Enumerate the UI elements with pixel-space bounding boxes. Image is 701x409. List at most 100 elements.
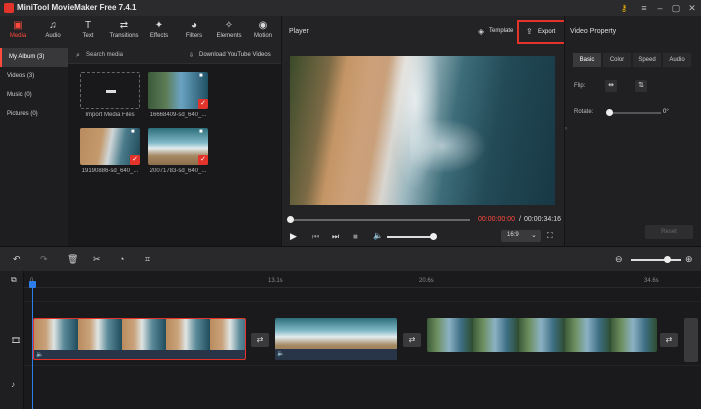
transition-button[interactable]: ⇄	[251, 333, 269, 347]
sidebar-item-music[interactable]: Music (0)	[0, 86, 68, 105]
current-time: 00:00:00:00	[478, 216, 515, 223]
import-media-label: Import Media Files	[85, 112, 135, 118]
reset-button[interactable]: Reset	[645, 225, 693, 239]
export-icon: ⇪	[526, 27, 533, 36]
media-name: 20071783-sd_640_...	[149, 168, 207, 174]
track-divider	[24, 365, 701, 366]
redo-icon[interactable]: ↷	[40, 254, 48, 265]
transition-button[interactable]: ⇄	[403, 333, 421, 347]
video-clip[interactable]: 🔈	[275, 318, 397, 360]
zoom-in-icon[interactable]: ⊕	[685, 254, 693, 265]
template-icon: ◈	[478, 27, 485, 36]
key-icon[interactable]: ⚷	[618, 2, 630, 14]
effects-icon: ✦	[154, 20, 164, 31]
tab-motion[interactable]: ◉ Motion	[246, 16, 280, 48]
rotate-label: Rotate:	[574, 109, 594, 115]
stop-icon[interactable]: ■	[353, 232, 358, 241]
volume-icon[interactable]: 🔈	[373, 231, 383, 240]
player-panel: Player ◈ Template ⇪ Export 00:00:00:00 /…	[281, 16, 568, 246]
playhead-handle[interactable]	[29, 281, 36, 288]
search-icon[interactable]: ⌕	[76, 52, 80, 60]
media-header: ⌕ Search media ⇩ Download YouTube Videos	[68, 48, 281, 64]
export-button[interactable]: ⇪ Export	[517, 20, 568, 44]
tab-transitions[interactable]: ⇄ Transitions	[106, 16, 142, 48]
tab-effects[interactable]: ✦ Effects	[142, 16, 176, 48]
search-input[interactable]: Search media	[86, 52, 123, 58]
rotate-handle[interactable]	[606, 109, 613, 116]
zoom-handle[interactable]	[664, 256, 671, 263]
checkmark-icon: ✓	[198, 99, 208, 109]
media-library: ▬ Import Media Files ■ ✓ 16668409-sd_640…	[68, 64, 281, 246]
tab-elements[interactable]: ✧ Elements	[212, 16, 246, 48]
collapse-arrow-icon[interactable]: ›	[565, 126, 567, 132]
template-button[interactable]: Template	[489, 28, 513, 34]
text-icon: T	[84, 20, 92, 31]
volume-handle[interactable]	[430, 233, 437, 240]
flip-label: Flip:	[574, 83, 586, 89]
import-media-button[interactable]: ▬	[80, 72, 140, 109]
tab-speed[interactable]: Speed	[633, 53, 661, 67]
video-clip[interactable]	[427, 318, 657, 352]
track-divider	[24, 301, 701, 302]
tab-media[interactable]: ▣ Media	[1, 16, 35, 48]
time-separator: /	[519, 216, 521, 223]
tab-audio[interactable]: Audio	[663, 53, 691, 67]
zoom-slider[interactable]	[631, 259, 681, 261]
media-icon: ▣	[13, 20, 23, 31]
volume-icon[interactable]: 🔈	[277, 350, 284, 357]
volume-slider[interactable]	[387, 236, 433, 238]
checkmark-icon: ✓	[130, 155, 140, 165]
ruler-line	[24, 287, 701, 288]
tab-basic[interactable]: Basic	[573, 53, 601, 67]
clip-audio-bar	[275, 349, 397, 360]
previous-frame-icon[interactable]: ⏮	[312, 232, 319, 242]
maximize-icon[interactable]: ▢	[670, 2, 682, 14]
tab-color[interactable]: Color	[603, 53, 631, 67]
rotate-slider[interactable]	[609, 112, 661, 114]
media-name: 16668409-sd_640_...	[149, 112, 207, 118]
media-thumbnail[interactable]: ■ ✓	[148, 72, 208, 109]
add-track-icon[interactable]: ⧉	[11, 275, 17, 285]
transition-button[interactable]: ⇄	[660, 333, 678, 347]
close-icon[interactable]: ✕	[686, 2, 698, 14]
progress-handle[interactable]	[287, 216, 294, 223]
tab-filters[interactable]: ◕ Filters	[177, 16, 211, 48]
speed-icon[interactable]: ◔	[119, 254, 124, 264]
video-camera-icon: ■	[199, 73, 203, 79]
flip-vertical-icon[interactable]: ⇅	[635, 80, 647, 92]
timeline-scrollbar[interactable]	[684, 318, 698, 362]
menu-icon[interactable]: ≡	[638, 2, 650, 14]
motion-icon: ◉	[258, 20, 268, 31]
undo-icon[interactable]: ↶	[13, 254, 21, 265]
media-thumbnail[interactable]: ■ ✓	[80, 128, 140, 165]
total-time: 00:00:34:16	[524, 216, 561, 223]
flip-horizontal-icon[interactable]: ⇹	[605, 80, 617, 92]
ruler-tick: 34.6s	[644, 278, 659, 284]
minimize-icon[interactable]: –	[654, 2, 666, 14]
volume-icon[interactable]: 🔈	[36, 351, 43, 358]
split-icon[interactable]: ✂	[93, 254, 101, 265]
media-name: 19190886-sd_640_...	[81, 168, 139, 174]
video-preview[interactable]	[290, 56, 555, 205]
aspect-ratio-select[interactable]: 16:9 ⌄	[501, 230, 541, 242]
sidebar-item-pictures[interactable]: Pictures (0)	[0, 105, 68, 124]
property-panel: Video Property Basic Color Speed Audio F…	[564, 16, 701, 246]
crop-icon[interactable]: ⌗	[145, 254, 150, 265]
checkmark-icon: ✓	[198, 155, 208, 165]
next-frame-icon[interactable]: ⏭	[332, 232, 339, 242]
delete-icon[interactable]: 🗑	[67, 254, 78, 265]
media-thumbnail[interactable]: ■ ✓	[148, 128, 208, 165]
progress-track[interactable]	[290, 219, 470, 221]
tab-audio[interactable]: ♫ Audio	[36, 16, 70, 48]
tab-text[interactable]: T Text	[71, 16, 105, 48]
download-youtube-button[interactable]: Download YouTube Videos	[199, 52, 271, 58]
sidebar-item-videos[interactable]: Videos (3)	[0, 67, 68, 86]
sidebar-item-my-album[interactable]: My Album (3)	[0, 48, 68, 67]
play-icon[interactable]: ▶	[290, 231, 297, 242]
fullscreen-icon[interactable]: ⛶	[547, 231, 553, 241]
video-clip[interactable]: 🔈	[33, 318, 246, 360]
download-icon: ⇩	[189, 53, 195, 59]
zoom-out-icon[interactable]: ⊖	[615, 254, 623, 265]
ruler-tick: 13.1s	[268, 278, 283, 284]
video-camera-icon: ■	[131, 129, 135, 135]
